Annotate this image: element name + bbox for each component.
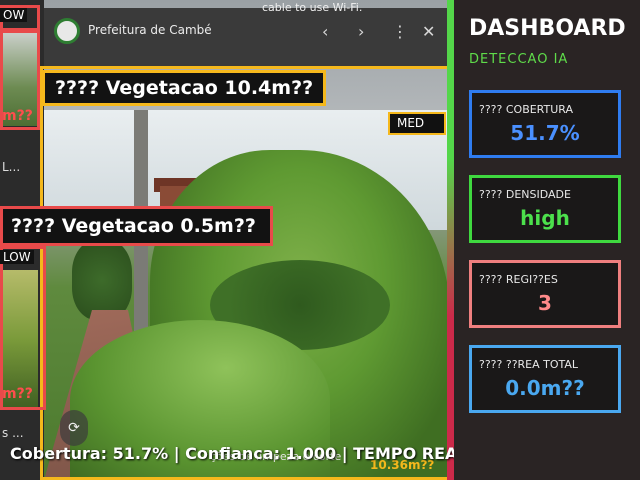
area-label-2: m?? [2,386,33,402]
forward-arrow-icon: › [358,22,365,41]
card-total-area-value: 0.0m?? [505,376,585,400]
card-total-area: ???? ??REA TOTAL 0.0m?? [469,345,621,413]
thumbnail-caption-1: L... [2,160,21,174]
captured-top-hint: cable to use Wi-Fi. [262,1,363,14]
density-tag-med: MED [388,112,446,135]
more-icon: ⋮ [392,22,408,41]
card-total-area-label: ???? ??REA TOTAL [479,358,579,371]
status-caption: Cobertura: 51.7% | Confianca: 1.000 | TE… [10,444,468,463]
prefeitura-logo-icon [54,18,80,44]
card-regions-value: 3 [538,291,552,315]
captured-browser-bar [44,8,448,66]
dashboard-title: DASHBOARD [469,16,626,41]
density-tag-low: LOW [0,250,34,264]
card-coverage: ???? COBERTURA 51.7% [469,90,621,158]
area-label-1: m?? [2,108,33,124]
card-coverage-value: 51.7% [510,121,580,145]
dashboard-panel: DASHBOARD DETECCAO IA ???? COBERTURA 51.… [454,0,640,480]
card-density-value: high [520,206,570,230]
detection-label-small: ???? Vegetacao 0.5m?? [0,206,273,246]
back-arrow-icon: ‹ [322,22,329,41]
confidence-bar [447,0,454,480]
card-density-label: ???? DENSIDADE [479,188,571,201]
card-density: ???? DENSIDADE high [469,175,621,243]
dashboard-subtitle: DETECCAO IA [469,52,569,67]
thumbnail-caption-2: s ... [2,426,24,440]
density-tag-top: OW [0,8,28,22]
card-regions: ???? REGI??ES 3 [469,260,621,328]
close-icon: ✕ [422,22,436,41]
detection-label-large: ???? Vegetacao 10.4m?? [42,70,327,106]
card-coverage-label: ???? COBERTURA [479,103,574,116]
card-regions-label: ???? REGI??ES [479,273,558,286]
captured-site-title: Prefeitura de Cambé [88,23,212,37]
